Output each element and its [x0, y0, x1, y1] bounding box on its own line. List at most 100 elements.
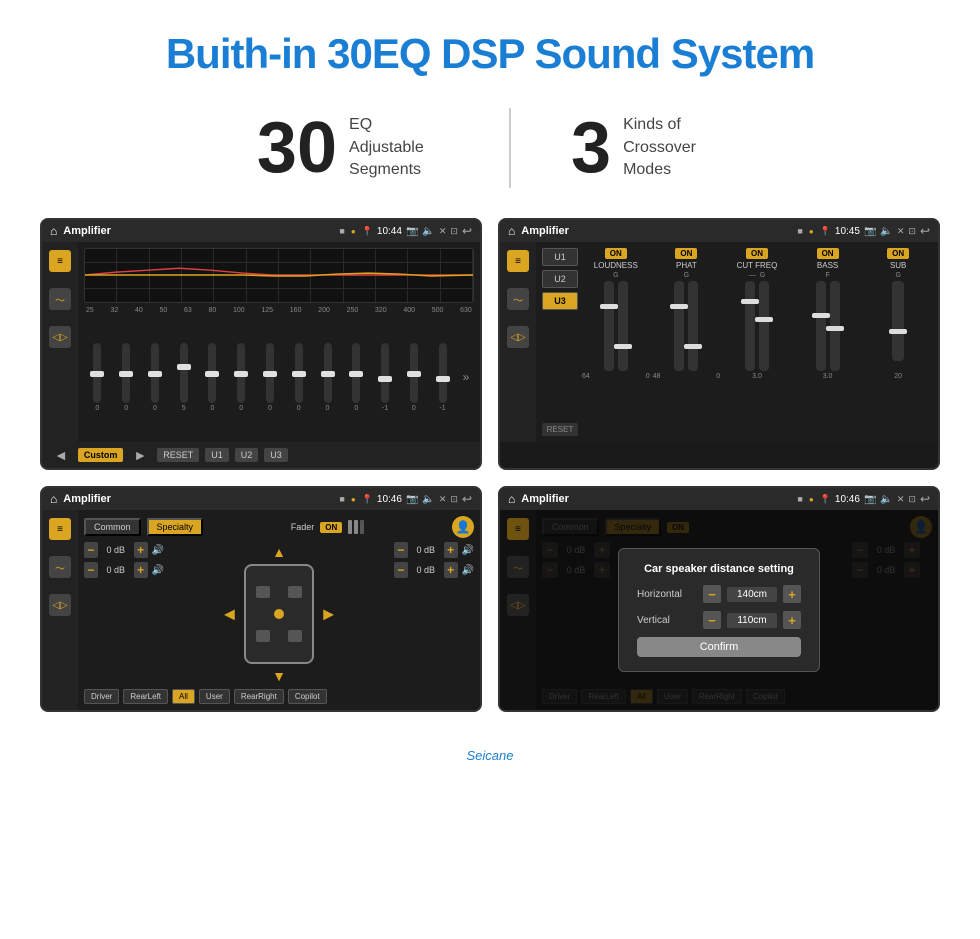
fl-minus[interactable]: −: [84, 542, 98, 558]
slider-track-1[interactable]: [93, 343, 101, 403]
slider-thumb-2[interactable]: [119, 371, 133, 377]
cutfreq-thumb2[interactable]: [755, 317, 773, 322]
prev-button[interactable]: ◄: [50, 447, 72, 463]
all-btn[interactable]: All: [172, 689, 195, 704]
vertical-minus[interactable]: −: [703, 611, 721, 629]
sidebar-wave-icon3[interactable]: 〜: [49, 556, 71, 578]
slider-track-12[interactable]: [410, 343, 418, 403]
user-avatar[interactable]: 👤: [452, 516, 474, 538]
slider-track-6[interactable]: [237, 343, 245, 403]
sidebar-eq-icon3[interactable]: ≡: [49, 518, 71, 540]
cutfreq-thumb1[interactable]: [741, 299, 759, 304]
home-icon3[interactable]: ⌂: [50, 492, 57, 506]
phat-slider2[interactable]: [688, 281, 698, 371]
bass-slider1[interactable]: [816, 281, 826, 371]
phat-thumb2[interactable]: [684, 344, 702, 349]
u2-button[interactable]: U2: [235, 448, 259, 462]
loudness-thumb1[interactable]: [600, 304, 618, 309]
slider-track-5[interactable]: [208, 343, 216, 403]
slider-col-4: 5: [170, 343, 197, 412]
slider-thumb-10[interactable]: [349, 371, 363, 377]
phat-slider1[interactable]: [674, 281, 684, 371]
rr-plus[interactable]: +: [444, 562, 458, 578]
rr-minus[interactable]: −: [394, 562, 408, 578]
driver-btn[interactable]: Driver: [84, 689, 119, 704]
phat-thumb1[interactable]: [670, 304, 688, 309]
fl-plus[interactable]: +: [134, 542, 148, 558]
cutfreq-toggle[interactable]: ON: [746, 248, 768, 259]
rearleft-btn[interactable]: RearLeft: [123, 689, 168, 704]
crossover-reset[interactable]: RESET: [542, 423, 578, 436]
slider-thumb-13[interactable]: [436, 376, 450, 382]
horizontal-plus[interactable]: +: [783, 585, 801, 603]
fr-minus[interactable]: −: [394, 542, 408, 558]
sub-slider[interactable]: [892, 281, 904, 361]
screen4-topbar: ⌂ Amplifier ■ ● 📍 10:46 📷 🔈 ✕ ⊡ ↩: [500, 488, 938, 510]
u3-button[interactable]: U3: [264, 448, 288, 462]
slider-track-9[interactable]: [324, 343, 332, 403]
slider-thumb-1[interactable]: [90, 371, 104, 377]
fader-toggle[interactable]: ON: [320, 522, 342, 533]
home-icon4[interactable]: ⌂: [508, 492, 515, 506]
slider-track-10[interactable]: [352, 343, 360, 403]
slider-track-13[interactable]: [439, 343, 447, 403]
slider-track-7[interactable]: [266, 343, 274, 403]
horizontal-minus[interactable]: −: [703, 585, 721, 603]
loudness-toggle[interactable]: ON: [605, 248, 627, 259]
u1-button[interactable]: U1: [205, 448, 229, 462]
reset-button[interactable]: RESET: [157, 448, 199, 462]
slider-thumb-4[interactable]: [177, 364, 191, 370]
bass-thumb2[interactable]: [826, 326, 844, 331]
slider-track-4[interactable]: [180, 343, 188, 403]
preset-u1[interactable]: U1: [542, 248, 578, 266]
slider-thumb-5[interactable]: [205, 371, 219, 377]
specialty-tab[interactable]: Specialty: [147, 518, 204, 536]
cutfreq-slider2[interactable]: [759, 281, 769, 371]
vertical-plus[interactable]: +: [783, 611, 801, 629]
slider-track-11[interactable]: [381, 343, 389, 403]
slider-thumb-11[interactable]: [378, 376, 392, 382]
confirm-button[interactable]: Confirm: [637, 637, 801, 657]
slider-thumb-7[interactable]: [263, 371, 277, 377]
sidebar-eq-icon[interactable]: ≡: [49, 250, 71, 272]
slider-thumb-12[interactable]: [407, 371, 421, 377]
home-icon2[interactable]: ⌂: [508, 224, 515, 238]
sidebar-vol-icon2[interactable]: ◁▷: [507, 326, 529, 348]
bass-thumb1[interactable]: [812, 313, 830, 318]
next-button[interactable]: ►: [129, 447, 151, 463]
preset-u3[interactable]: U3: [542, 292, 578, 310]
sidebar-eq-icon2[interactable]: ≡: [507, 250, 529, 272]
rl-plus[interactable]: +: [134, 562, 148, 578]
home-icon[interactable]: ⌂: [50, 224, 57, 238]
bass-toggle[interactable]: ON: [817, 248, 839, 259]
slider-thumb-3[interactable]: [148, 371, 162, 377]
sub-thumb[interactable]: [889, 329, 907, 334]
phat-toggle[interactable]: ON: [675, 248, 697, 259]
fr-speaker-icon: 🔊: [462, 545, 474, 556]
sidebar-wave-icon[interactable]: 〜: [49, 288, 71, 310]
slider-thumb-8[interactable]: [292, 371, 306, 377]
user-btn[interactable]: User: [199, 689, 230, 704]
slider-track-2[interactable]: [122, 343, 130, 403]
loudness-slider1[interactable]: [604, 281, 614, 371]
rearright-btn[interactable]: RearRight: [234, 689, 284, 704]
copilot-btn[interactable]: Copilot: [288, 689, 327, 704]
loudness-thumb2[interactable]: [614, 344, 632, 349]
common-tab[interactable]: Common: [84, 518, 141, 536]
custom-button[interactable]: Custom: [78, 448, 124, 462]
sub-toggle[interactable]: ON: [887, 248, 909, 259]
cutfreq-slider1[interactable]: [745, 281, 755, 371]
loudness-slider2[interactable]: [618, 281, 628, 371]
rl-minus[interactable]: −: [84, 562, 98, 578]
slider-thumb-9[interactable]: [321, 371, 335, 377]
bass-slider2[interactable]: [830, 281, 840, 371]
sidebar-wave-icon2[interactable]: 〜: [507, 288, 529, 310]
slider-track-3[interactable]: [151, 343, 159, 403]
expand-arrows[interactable]: »: [458, 370, 474, 384]
preset-u2[interactable]: U2: [542, 270, 578, 288]
slider-thumb-6[interactable]: [234, 371, 248, 377]
slider-track-8[interactable]: [295, 343, 303, 403]
sidebar-vol-icon[interactable]: ◁▷: [49, 326, 71, 348]
fr-plus[interactable]: +: [444, 542, 458, 558]
sidebar-vol-icon3[interactable]: ◁▷: [49, 594, 71, 616]
